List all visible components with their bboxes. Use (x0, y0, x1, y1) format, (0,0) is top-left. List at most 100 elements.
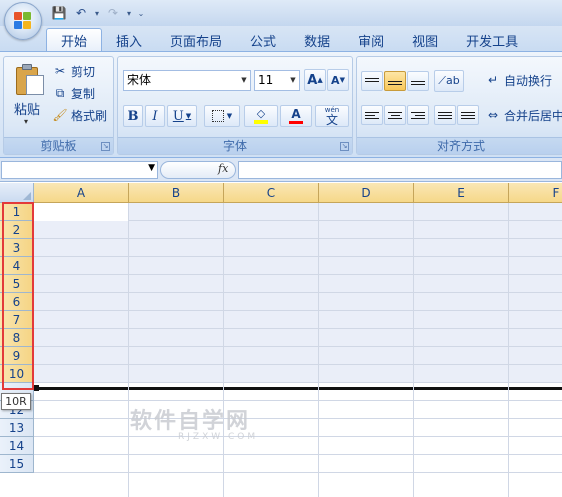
table-row[interactable] (34, 383, 562, 401)
align-right-button[interactable] (407, 105, 429, 125)
insert-function-button[interactable]: fx (218, 162, 228, 175)
row-header[interactable]: 15 (0, 455, 34, 473)
cut-label: 剪切 (71, 64, 96, 79)
tab-developer[interactable]: 开发工具 (452, 28, 532, 52)
font-group-label: 字体 (118, 137, 352, 154)
table-row[interactable] (34, 419, 562, 437)
border-button[interactable]: ▼ (204, 105, 240, 127)
orientation-icon: ⟋ab (438, 74, 460, 87)
align-bottom-button[interactable] (407, 71, 429, 91)
tab-review[interactable]: 审阅 (344, 28, 398, 52)
table-row[interactable] (34, 311, 562, 329)
clipboard-group: 粘贴 ▾ ✂ 剪切 ⧉ 复制 🖌 格式刷 剪贴板 ↘ (3, 56, 114, 155)
watermark: 软件自学网 RJZXW.COM (130, 409, 259, 442)
redo-dropdown-icon[interactable]: ▾ (126, 6, 132, 20)
paste-button[interactable]: 粘贴 (14, 99, 40, 118)
wrap-text-icon: ↵ (487, 73, 499, 87)
paste-dropdown-icon[interactable]: ▾ (24, 117, 28, 126)
italic-button[interactable]: I (145, 105, 165, 127)
alignment-group-label: 对齐方式 (357, 137, 562, 154)
merge-center-button[interactable]: ⇔ 合并后居中 (485, 106, 562, 124)
undo-icon[interactable]: ↶ (72, 4, 90, 22)
increase-indent-button[interactable] (457, 105, 479, 125)
fill-color-button[interactable]: ◇ (244, 105, 278, 127)
table-row[interactable] (34, 275, 562, 293)
wrap-text-button[interactable]: ↵ 自动换行 (485, 71, 552, 89)
border-icon (211, 110, 224, 122)
name-box[interactable]: ▼ (1, 161, 158, 179)
format-painter-label: 格式刷 (71, 108, 108, 123)
table-row[interactable] (34, 455, 562, 473)
cut-button[interactable]: ✂ 剪切 (52, 62, 95, 80)
select-all-button[interactable] (0, 183, 34, 203)
decrease-indent-button[interactable] (434, 105, 456, 125)
table-row[interactable] (34, 365, 562, 383)
table-row[interactable] (34, 221, 562, 239)
tab-home[interactable]: 开始 (46, 28, 103, 52)
table-row[interactable] (34, 293, 562, 311)
font-size-value: 11 (258, 73, 274, 87)
alignment-group: ⟋ab ↵ 自动换行 ⇔ 合并后居中 对齐方式 (356, 56, 562, 155)
row-header[interactable]: 13 (0, 419, 34, 437)
column-header-e[interactable]: E (414, 183, 509, 203)
chevron-down-icon[interactable]: ▼ (238, 71, 250, 90)
align-middle-button[interactable] (384, 71, 406, 91)
title-bar: 💾 ↶ ▾ ↷ ▾ ⌄ (0, 0, 562, 26)
row-header[interactable]: 14 (0, 437, 34, 455)
column-header-f[interactable]: F (509, 183, 562, 203)
font-color-swatch (289, 121, 303, 124)
orientation-button[interactable]: ⟋ab (434, 70, 464, 92)
font-launcher-icon[interactable]: ↘ (340, 142, 349, 151)
grow-font-button[interactable]: A ▲ (304, 69, 326, 91)
paint-bucket-icon: ◇ (256, 107, 266, 120)
tab-view[interactable]: 视图 (398, 28, 452, 52)
office-button[interactable] (4, 2, 42, 40)
column-header-c[interactable]: C (224, 183, 319, 203)
underline-button[interactable]: U ▼ (167, 105, 197, 127)
copy-button[interactable]: ⧉ 复制 (52, 84, 95, 102)
shrink-font-button[interactable]: A ▼ (327, 69, 349, 91)
insert-drag-line (34, 387, 562, 390)
table-row[interactable] (34, 401, 562, 419)
column-header-b[interactable]: B (129, 183, 224, 203)
tab-data[interactable]: 数据 (290, 28, 344, 52)
table-row[interactable] (34, 437, 562, 455)
table-row[interactable] (34, 347, 562, 365)
row-count-tooltip: 10R (1, 393, 31, 410)
font-size-combo[interactable]: 11 ▼ (254, 70, 300, 91)
worksheet-grid: ABCDEF 1 2 3 4 5 6 7 8 9 10 12 13 14 15 软件自学网 RJZXW.C… (0, 183, 562, 497)
customize-icon[interactable]: ⌄ (136, 6, 146, 20)
table-row[interactable] (34, 239, 562, 257)
tab-insert[interactable]: 插入 (102, 28, 156, 52)
copy-label: 复制 (71, 86, 96, 101)
align-left-button[interactable] (361, 105, 383, 125)
formula-input[interactable] (238, 161, 562, 179)
align-center-button[interactable] (384, 105, 406, 125)
active-cell[interactable] (34, 203, 129, 221)
chevron-down-icon[interactable]: ▼ (287, 71, 299, 90)
column-header-a[interactable]: A (34, 183, 129, 203)
table-row[interactable] (34, 329, 562, 347)
undo-dropdown-icon[interactable]: ▾ (94, 6, 100, 20)
align-top-button[interactable] (361, 71, 383, 91)
format-painter-button[interactable]: 🖌 格式刷 (52, 106, 107, 124)
office-logo-icon (14, 12, 32, 30)
tab-page-layout[interactable]: 页面布局 (156, 28, 236, 52)
table-row[interactable] (34, 257, 562, 275)
ribbon-tabs: 开始 插入 页面布局 公式 数据 审阅 视图 开发工具 (46, 26, 532, 52)
font-color-button[interactable]: A (280, 105, 312, 127)
clipboard-launcher-icon[interactable]: ↘ (101, 142, 110, 151)
paste-icon[interactable] (12, 63, 46, 97)
save-icon[interactable]: 💾 (50, 4, 68, 22)
chevron-down-icon[interactable]: ▼ (148, 163, 155, 173)
tab-formulas[interactable]: 公式 (236, 28, 290, 52)
fill-handle[interactable] (34, 385, 39, 391)
column-header-d[interactable]: D (319, 183, 414, 203)
font-name-combo[interactable]: 宋体 ▼ (123, 70, 251, 91)
phonetic-button[interactable]: wén 文 (315, 105, 349, 127)
redo-icon[interactable]: ↷ (104, 4, 122, 22)
bold-button[interactable]: B (123, 105, 143, 127)
scissors-icon: ✂ (54, 64, 66, 78)
column-gridline (508, 203, 509, 497)
column-gridline (318, 203, 319, 497)
